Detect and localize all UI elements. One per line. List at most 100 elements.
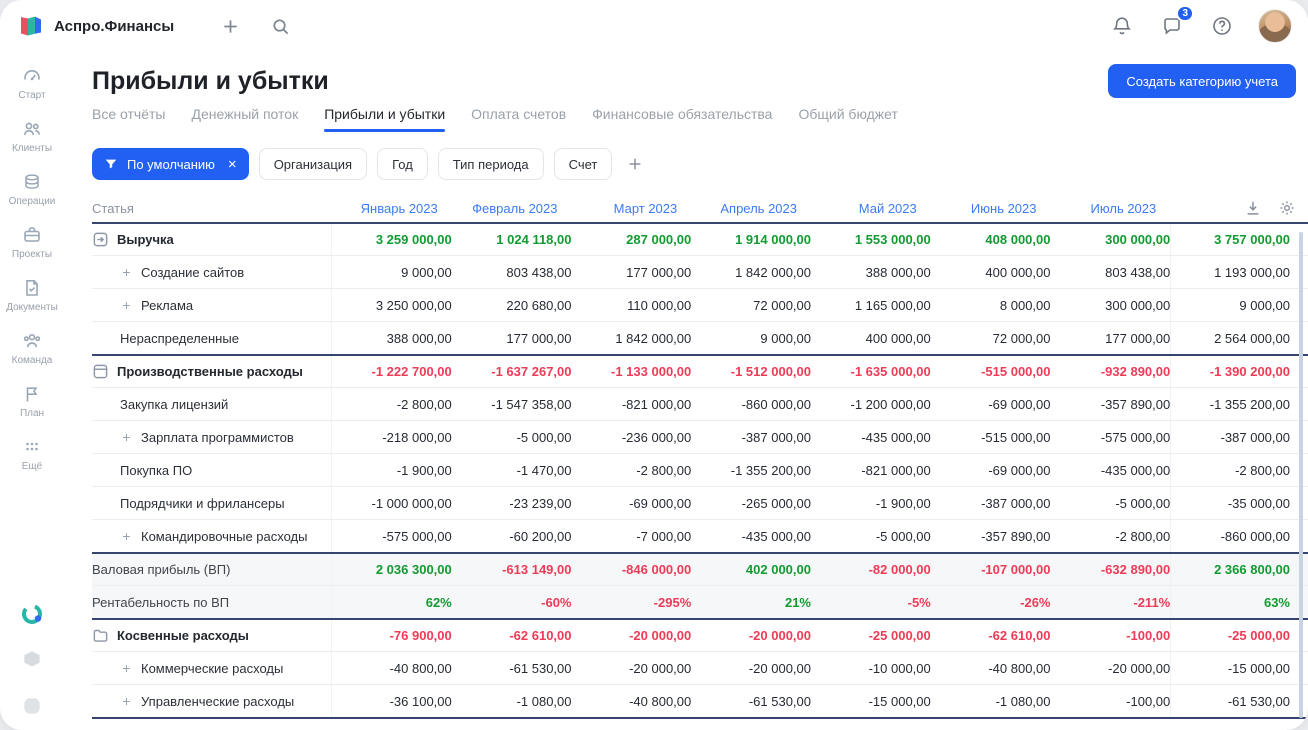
table-row[interactable]: + Управленческие расходы -36 100,00 -1 080… bbox=[92, 684, 1308, 717]
cell-value: -387 000,00 bbox=[981, 495, 1051, 511]
expand-plus-icon[interactable]: + bbox=[120, 297, 133, 313]
filter-bar: По умолчанию × Организация Год Тип периода… bbox=[64, 132, 1308, 180]
filter-buttons: Организация Год Тип периода Счет bbox=[258, 148, 613, 180]
people-icon bbox=[22, 119, 42, 139]
create-category-button[interactable]: Создать категорию учета bbox=[1108, 64, 1296, 98]
expand-plus-icon[interactable]: + bbox=[120, 693, 133, 709]
sidebar-item-more[interactable]: Ещё bbox=[0, 437, 64, 472]
filter-year-button[interactable]: Год bbox=[377, 148, 428, 180]
cell-value: 8 000,00 bbox=[999, 297, 1051, 313]
sidebar-item-team[interactable]: Команда bbox=[0, 331, 64, 366]
cell-value: -357 890,00 bbox=[1100, 396, 1171, 412]
filter-period-type-button[interactable]: Тип периода bbox=[437, 148, 544, 180]
sidebar-item-start[interactable]: Старт bbox=[0, 66, 64, 101]
cell-value: -821 000,00 bbox=[621, 396, 692, 412]
cell-value: 388 000,00 bbox=[386, 330, 452, 346]
bell-icon[interactable] bbox=[1108, 12, 1136, 40]
table-row[interactable]: Валовая прибыль (ВП) 2 036 300,00 -613 14… bbox=[92, 552, 1308, 585]
cell-value: 62% bbox=[425, 594, 452, 610]
settings-gear-icon[interactable] bbox=[1278, 199, 1296, 217]
sidebar-item-label: План bbox=[19, 408, 45, 419]
expand-plus-icon[interactable]: + bbox=[120, 429, 133, 445]
sidebar-item-documents[interactable]: Документы bbox=[0, 278, 64, 313]
search-icon[interactable] bbox=[266, 12, 294, 40]
vertical-scrollbar[interactable] bbox=[1299, 232, 1303, 718]
expand-plus-icon[interactable]: + bbox=[120, 528, 133, 544]
table-row[interactable]: + Командировочные расходы -575 000,00 -60 … bbox=[92, 519, 1308, 552]
tab-pnl[interactable]: Прибыли и убытки bbox=[324, 106, 445, 132]
column-header-month: Январь 2023 bbox=[360, 200, 438, 216]
filter-organization-button[interactable]: Организация bbox=[258, 148, 368, 180]
section-divider bbox=[92, 717, 1308, 719]
help-icon[interactable] bbox=[1208, 12, 1236, 40]
aspro-cloud-logo-icon[interactable] bbox=[20, 602, 44, 626]
cell-value: -1 637 267,00 bbox=[491, 364, 572, 379]
table-row[interactable]: Нераспределенные 388 000,00 177 000,00 1 8… bbox=[92, 321, 1308, 354]
expand-plus-icon[interactable]: + bbox=[120, 660, 133, 676]
cell-value: -218 000,00 bbox=[382, 429, 452, 445]
cell-value: 3 250 000,00 bbox=[375, 297, 452, 313]
table-row[interactable]: Подрядчики и фрилансеры -1 000 000,00 -23… bbox=[92, 486, 1308, 519]
filter-preset-label: По умолчанию bbox=[127, 156, 215, 172]
table-row[interactable]: + Зарплата программистов -218 000,00 -5 00… bbox=[92, 420, 1308, 453]
table-row[interactable]: Рентабельность по ВП 62% -60% -295% 21% -5% -… bbox=[92, 585, 1308, 618]
expand-plus-icon[interactable]: + bbox=[120, 264, 133, 280]
table-row[interactable]: + Создание сайтов 9 000,00 803 438,00 177 0… bbox=[92, 255, 1308, 288]
filter-preset-chip[interactable]: По умолчанию × bbox=[92, 148, 249, 180]
sidebar-item-label: Команда bbox=[11, 355, 53, 366]
table-row[interactable]: + Коммерческие расходы -40 800,00 -61 530,… bbox=[92, 651, 1308, 684]
cell-value: 2 036 300,00 bbox=[375, 562, 452, 577]
sidebar-item-projects[interactable]: Проекты bbox=[0, 225, 64, 260]
cell-value: 1 842 000,00 bbox=[615, 330, 692, 346]
app-logo-icon bbox=[18, 13, 44, 39]
tab-obligations[interactable]: Финансовые обязательства bbox=[592, 106, 772, 132]
cell-value: -5% bbox=[907, 594, 931, 610]
pnl-table: Статья Январь 2023 Февраль 2023 Март 2023 Ап… bbox=[92, 194, 1308, 719]
filter-account-button[interactable]: Счет bbox=[553, 148, 613, 180]
column-header-month: Май 2023 bbox=[858, 200, 917, 216]
cell-value: -60% bbox=[541, 594, 572, 610]
table-row[interactable]: + Реклама 3 250 000,00 220 680,00 110 000,0… bbox=[92, 288, 1308, 321]
widget-icon[interactable] bbox=[20, 694, 44, 718]
close-icon[interactable]: × bbox=[228, 157, 237, 172]
cell-value: -435 000,00 bbox=[741, 528, 811, 544]
cell-value: -100,00 bbox=[1126, 628, 1171, 643]
apps-icon[interactable] bbox=[20, 648, 44, 672]
table-row[interactable]: Производственные расходы -1 222 700,00 -1… bbox=[92, 354, 1308, 387]
tab-cash-flow[interactable]: Денежный поток bbox=[191, 106, 298, 132]
cell-value: 300 000,00 bbox=[1105, 297, 1171, 313]
table-row[interactable]: Выручка 3 259 000,00 1 024 118,00 287 000,… bbox=[92, 222, 1308, 255]
table-row[interactable]: Косвенные расходы -76 900,00 -62 610,00 -2… bbox=[92, 618, 1308, 651]
cell-value: -1 200 000,00 bbox=[850, 396, 931, 412]
cell-value: -100,00 bbox=[1126, 693, 1171, 709]
cell-value: -61 530,00 bbox=[509, 660, 572, 676]
row-label: Коммерческие расходы bbox=[141, 660, 284, 676]
cell-value: 300 000,00 bbox=[1105, 232, 1171, 247]
tab-budget[interactable]: Общий бюджет bbox=[798, 106, 897, 132]
sidebar-item-plan[interactable]: План bbox=[0, 384, 64, 419]
tab-all-reports[interactable]: Все отчёты bbox=[92, 106, 165, 132]
team-icon bbox=[22, 331, 42, 351]
table-row[interactable]: Покупка ПО -1 900,00 -1 470,00 -2 800,00 -1… bbox=[92, 453, 1308, 486]
table-row[interactable]: Закупка лицензий -2 800,00 -1 547 358,00 -… bbox=[92, 387, 1308, 420]
sidebar-item-operations[interactable]: Операции bbox=[0, 172, 64, 207]
cell-value: -20 000,00 bbox=[629, 660, 692, 676]
main-content: Прибыли и убытки Создать категорию учета… bbox=[64, 52, 1308, 730]
download-icon[interactable] bbox=[1244, 199, 1262, 217]
add-filter-icon[interactable] bbox=[626, 155, 644, 173]
cell-value: 2 564 000,00 bbox=[1170, 322, 1290, 354]
cell-value: -69 000,00 bbox=[988, 396, 1051, 412]
cell-value: -7 000,00 bbox=[636, 528, 692, 544]
add-icon[interactable] bbox=[216, 12, 244, 40]
cell-value: -1 000 000,00 bbox=[371, 495, 452, 511]
cell-value: -860 000,00 bbox=[741, 396, 811, 412]
sidebar-item-label: Документы bbox=[6, 302, 58, 313]
income-category-icon bbox=[92, 231, 109, 248]
cell-value: -1 900,00 bbox=[396, 462, 452, 478]
cell-value: -846 000,00 bbox=[621, 562, 692, 577]
sidebar-item-clients[interactable]: Клиенты bbox=[0, 119, 64, 154]
user-avatar[interactable] bbox=[1258, 9, 1292, 43]
tab-payments[interactable]: Оплата счетов bbox=[471, 106, 566, 132]
cell-value: -20 000,00 bbox=[748, 660, 811, 676]
sidebar-item-label: Старт bbox=[18, 90, 46, 101]
